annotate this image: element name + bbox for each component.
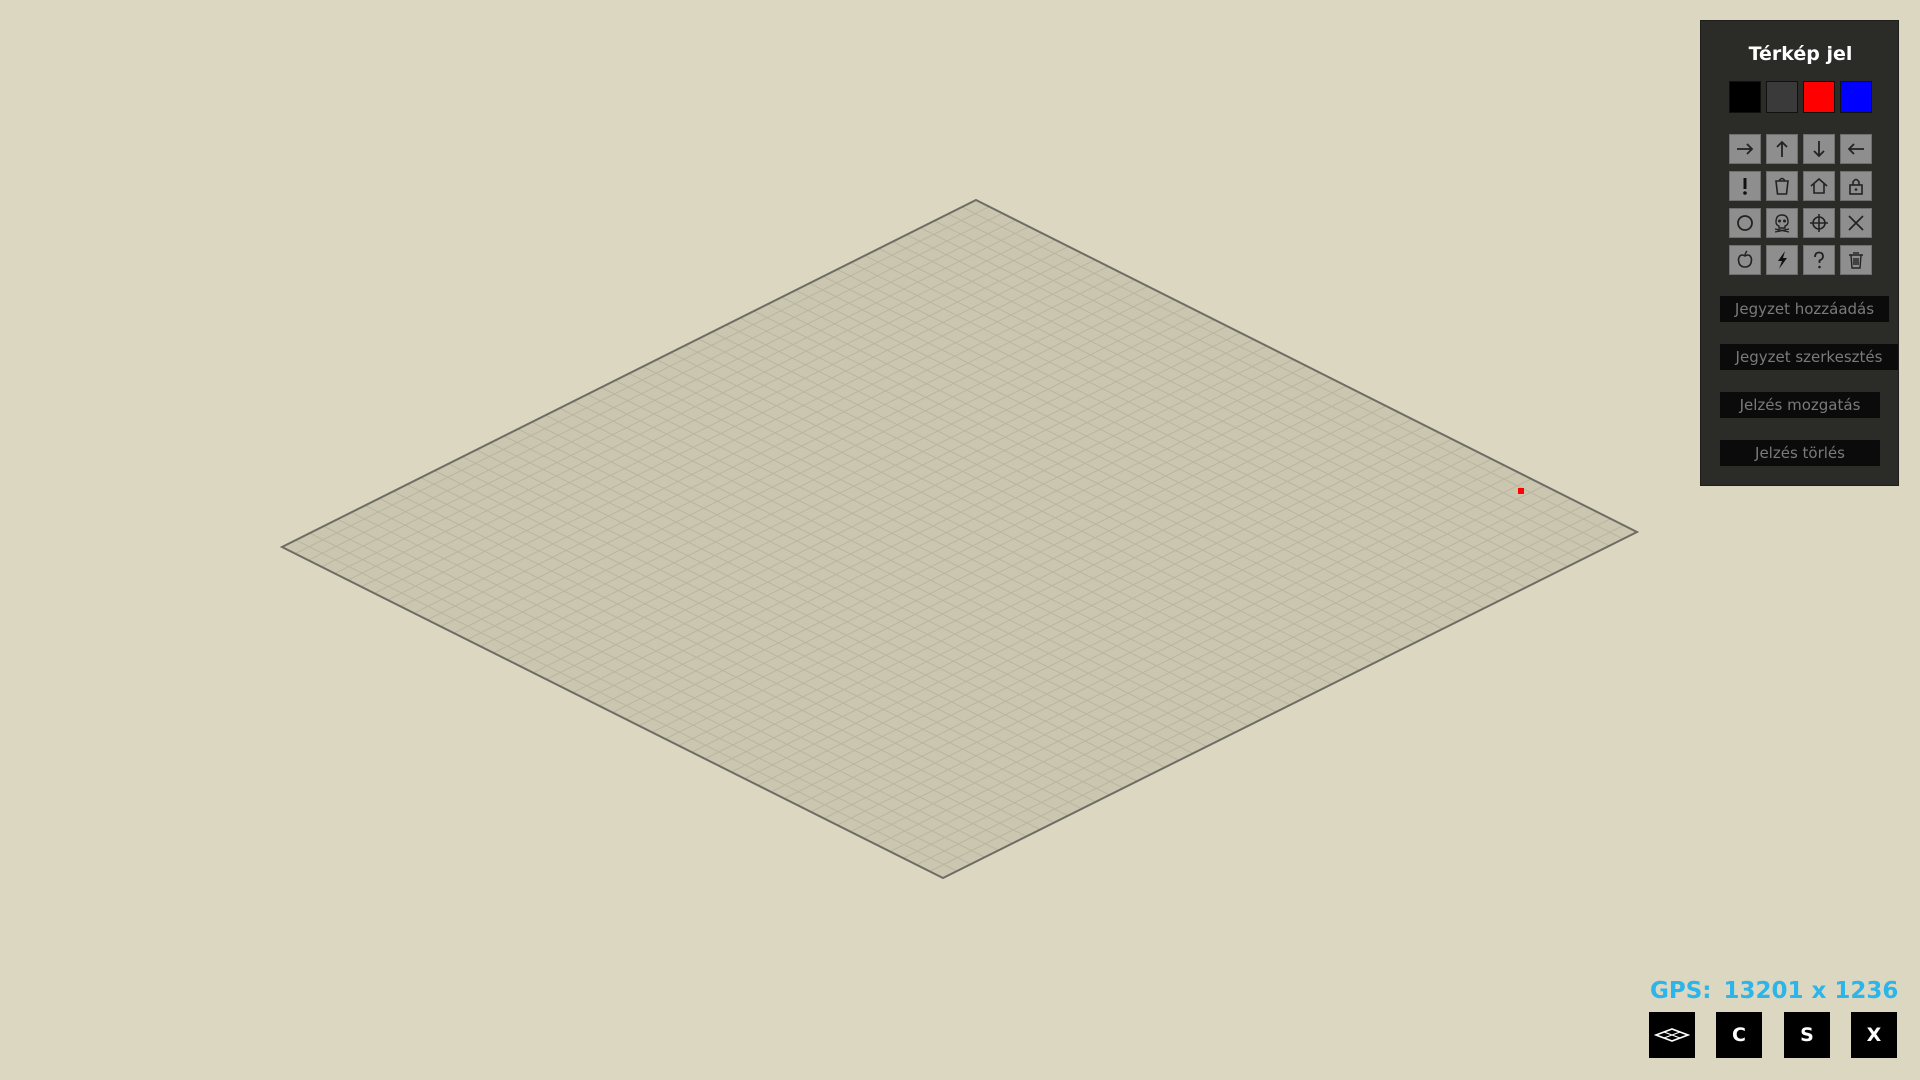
map-marker[interactable] <box>1518 488 1524 494</box>
exclamation-button[interactable] <box>1729 171 1761 201</box>
crosshair-icon <box>1810 214 1828 232</box>
lock-button[interactable] <box>1840 171 1872 201</box>
color-swatch-blue[interactable] <box>1840 81 1872 113</box>
add-note-button[interactable]: Jegyzet hozzáadás <box>1720 296 1889 322</box>
isometric-map[interactable] <box>0 0 1920 1080</box>
x-button[interactable]: X <box>1851 1012 1897 1058</box>
skull-icon <box>1774 214 1790 233</box>
question-button[interactable] <box>1803 245 1835 275</box>
color-swatch-black[interactable] <box>1729 81 1761 113</box>
skull-button[interactable] <box>1766 208 1798 238</box>
c-button[interactable]: C <box>1716 1012 1762 1058</box>
color-swatch-red[interactable] <box>1803 81 1835 113</box>
edit-note-button[interactable]: Jegyzet szerkesztés <box>1720 344 1898 370</box>
bucket-icon <box>1775 177 1789 195</box>
circle-button[interactable] <box>1729 208 1761 238</box>
map-view[interactable]: Térkép jel Jegyzet hozzáadás Jegyzet sze… <box>0 0 1920 1080</box>
panel-title: Térkép jel <box>1748 43 1853 65</box>
arrow-left-icon <box>1847 143 1864 155</box>
house-button[interactable] <box>1803 171 1835 201</box>
x-mark-icon <box>1848 215 1864 231</box>
lightning-icon <box>1778 251 1787 269</box>
delete-marker-button[interactable]: Jelzés törlés <box>1720 440 1880 466</box>
s-button[interactable]: S <box>1784 1012 1830 1058</box>
x-mark-button[interactable] <box>1840 208 1872 238</box>
apple-icon <box>1737 250 1753 268</box>
lock-icon <box>1849 178 1863 195</box>
layers-button[interactable] <box>1649 1012 1695 1058</box>
bucket-button[interactable] <box>1766 171 1798 201</box>
arrow-down-button[interactable] <box>1803 134 1835 164</box>
apple-button[interactable] <box>1729 245 1761 275</box>
color-swatch-dark-gray[interactable] <box>1766 81 1798 113</box>
gps-value: 13201 x 1236 <box>1723 978 1899 1004</box>
trash-button[interactable] <box>1840 245 1872 275</box>
gps-label: GPS: <box>1650 978 1712 1004</box>
gps-readout: GPS: 13201 x 1236 <box>1650 978 1898 1004</box>
arrow-up-icon <box>1776 140 1788 157</box>
layers-icon <box>1654 1028 1690 1042</box>
arrow-left-button[interactable] <box>1840 134 1872 164</box>
arrow-up-button[interactable] <box>1766 134 1798 164</box>
exclamation-icon <box>1743 178 1747 195</box>
lightning-button[interactable] <box>1766 245 1798 275</box>
trash-icon <box>1849 252 1863 269</box>
arrow-down-icon <box>1813 141 1825 158</box>
house-icon <box>1810 177 1828 194</box>
crosshair-button[interactable] <box>1803 208 1835 238</box>
arrow-right-icon <box>1737 143 1754 155</box>
question-icon <box>1814 251 1824 269</box>
move-marker-button[interactable]: Jelzés mozgatás <box>1720 392 1880 418</box>
circle-icon <box>1737 215 1753 231</box>
map-marker-panel: Térkép jel Jegyzet hozzáadás Jegyzet sze… <box>1700 20 1899 486</box>
arrow-right-button[interactable] <box>1729 134 1761 164</box>
